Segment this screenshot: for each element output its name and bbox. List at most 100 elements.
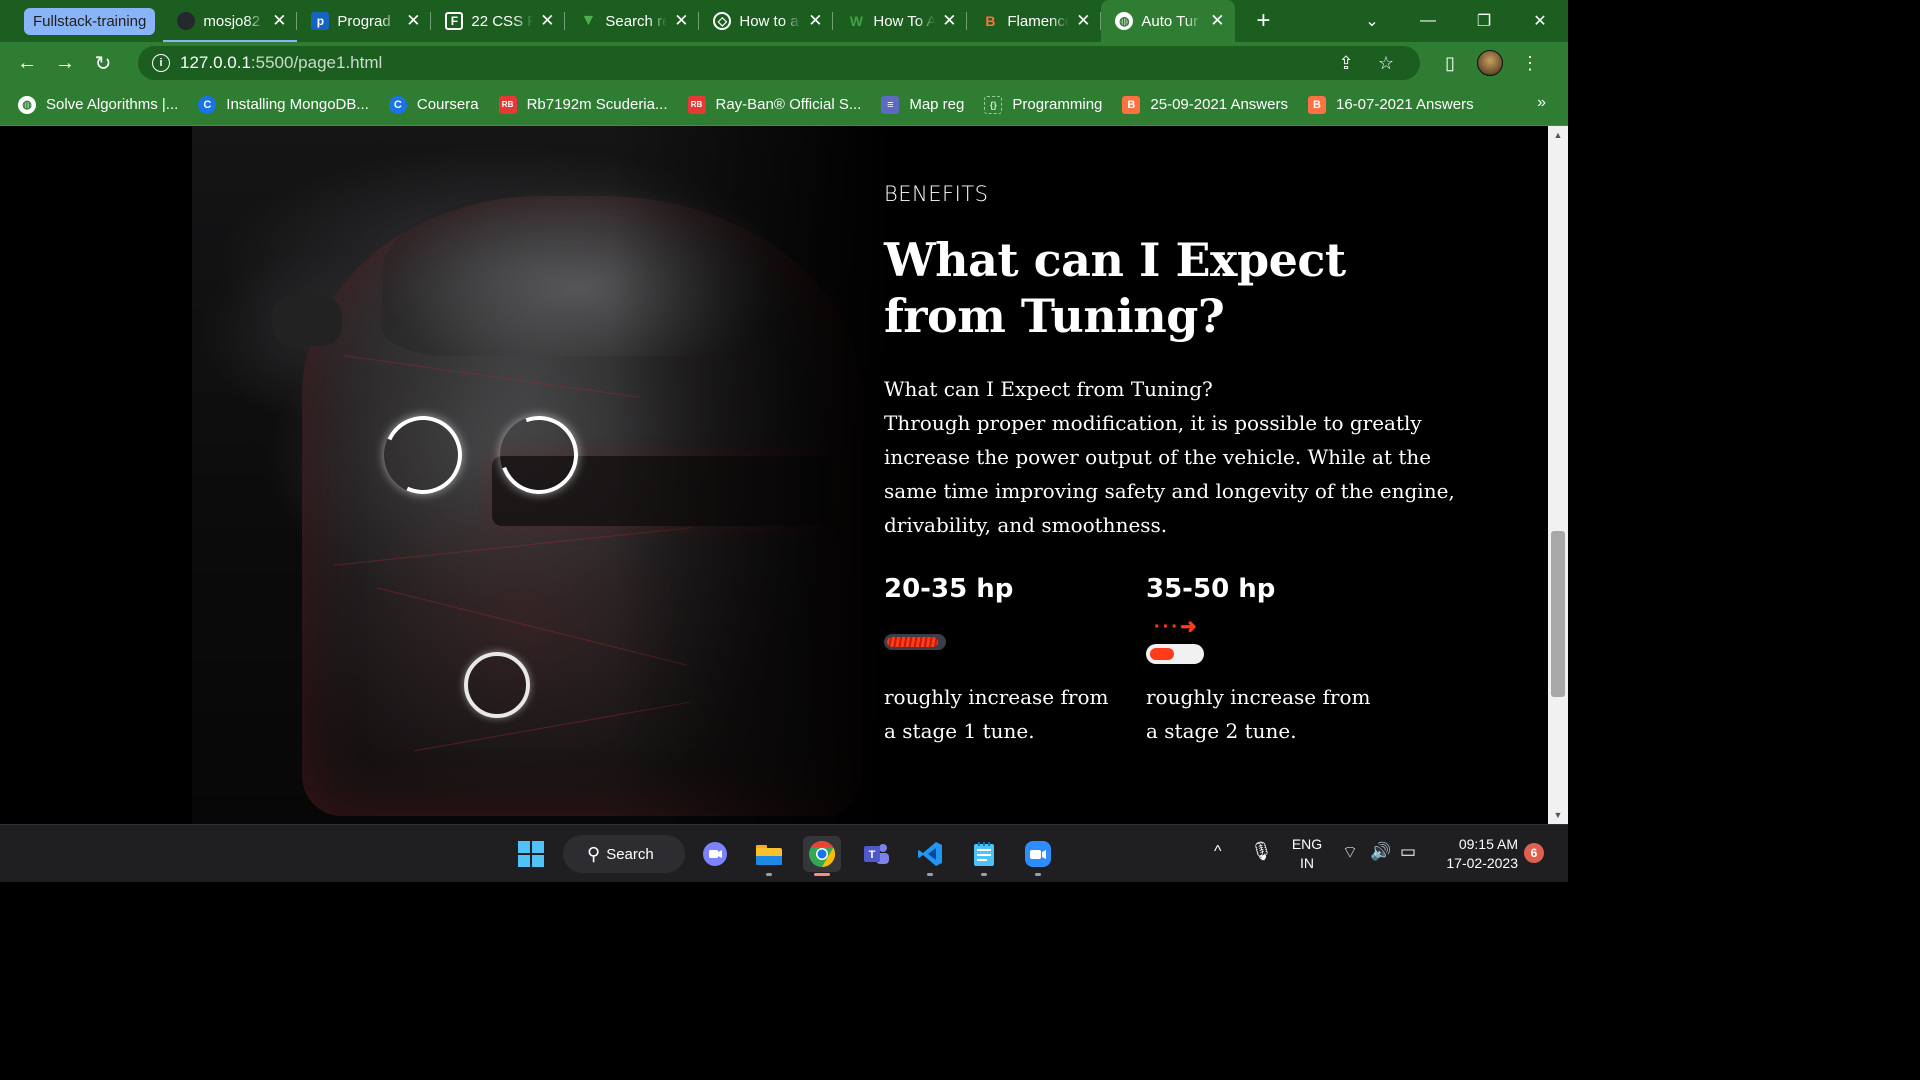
notepad-icon[interactable]: [965, 836, 1003, 876]
url-text[interactable]: 127.0.0.1:5500/page1.html: [180, 53, 1326, 73]
start-button-icon[interactable]: [512, 836, 550, 872]
zoom-icon[interactable]: [1019, 836, 1057, 876]
site-info-icon[interactable]: i: [152, 54, 170, 72]
close-tab-icon[interactable]: ✕: [405, 11, 421, 31]
back-button[interactable]: ←: [8, 52, 46, 75]
teams-icon[interactable]: T: [857, 836, 895, 872]
close-tab-icon[interactable]: ✕: [271, 11, 287, 31]
arrow-right-icon: ···➜: [1154, 616, 1199, 638]
microphone-icon[interactable]: 🎙: [1250, 841, 1273, 862]
scrollbar-thumb[interactable]: [1551, 531, 1565, 697]
tab-how-to-codepen[interactable]: ◇ How to a ✕: [699, 0, 834, 42]
window-controls: ⌄ — ❐ ✕: [1344, 0, 1568, 42]
bookmark-solve-algorithms[interactable]: ◍ Solve Algorithms |...: [18, 95, 178, 114]
forward-button[interactable]: →: [46, 52, 84, 75]
vscode-icon[interactable]: [911, 836, 949, 876]
bookmark-map-reg[interactable]: ≡ Map reg: [881, 95, 965, 114]
forms-icon: ≡: [881, 95, 900, 114]
tab-label: How To A: [873, 12, 936, 30]
blogger-icon: B: [1307, 95, 1326, 114]
file-explorer-icon[interactable]: [750, 836, 788, 876]
image-fade-overlay: [192, 126, 892, 824]
tab-label: 22 CSS P: [471, 12, 534, 30]
url-host: 127.0.0.1: [180, 53, 251, 72]
close-tab-icon[interactable]: ✕: [673, 11, 689, 31]
system-clock[interactable]: 09:15 AM 17-02-2023: [1438, 835, 1518, 873]
tab-auto-tuning[interactable]: ◍ Auto Tur ✕: [1101, 0, 1236, 42]
address-bar[interactable]: i 127.0.0.1:5500/page1.html ⇪ ☆: [138, 46, 1420, 80]
tab-label: Flamenco: [1007, 12, 1070, 30]
scroll-up-icon[interactable]: ▲: [1548, 126, 1568, 144]
page-scrollbar[interactable]: ▲ ▼: [1548, 126, 1568, 824]
tab-label: Auto Tur: [1141, 12, 1199, 30]
rayban-icon: RB: [687, 95, 706, 114]
tab-css[interactable]: F 22 CSS P ✕: [431, 0, 566, 42]
bookmark-programming[interactable]: {} Programming: [984, 95, 1103, 114]
tray-overflow-icon[interactable]: ^: [1214, 843, 1222, 861]
vuetify-icon: ▼: [580, 12, 597, 29]
tab-label: Prograd: [337, 12, 391, 30]
minimize-icon[interactable]: —: [1400, 12, 1456, 30]
bookmark-rayban[interactable]: RB Ray-Ban® Official S...: [687, 95, 862, 114]
close-window-icon[interactable]: ✕: [1512, 11, 1568, 31]
blogger-icon: B: [1122, 95, 1141, 114]
close-tab-icon[interactable]: ✕: [807, 11, 823, 31]
close-tab-icon[interactable]: ✕: [1209, 11, 1225, 31]
bookmark-label: Map reg: [909, 96, 965, 113]
language-indicator[interactable]: ENG IN: [1290, 835, 1324, 873]
kebab-menu-icon[interactable]: ⋮: [1510, 53, 1550, 74]
bookmark-label: 25-09-2021 Answers: [1150, 96, 1288, 113]
bookmark-label: Programming: [1012, 96, 1103, 113]
folder-icon: {}: [984, 95, 1003, 114]
chrome-icon[interactable]: [803, 836, 841, 876]
bookmark-label: Ray-Ban® Official S...: [715, 96, 862, 113]
tab-how-to-w[interactable]: W How To A ✕: [833, 0, 968, 42]
avatar: [1477, 50, 1503, 76]
tab-group-label[interactable]: Fullstack-training: [24, 7, 156, 35]
restore-icon[interactable]: ❐: [1456, 11, 1512, 31]
stat-value: 35-50 hp: [1146, 574, 1276, 604]
notification-badge[interactable]: 6: [1524, 843, 1544, 863]
flamenco-icon: B: [985, 13, 996, 29]
tab-flamenco[interactable]: B Flamenco ✕: [967, 0, 1102, 42]
tab-search[interactable]: ▼ Search re ✕: [565, 0, 700, 42]
battery-icon[interactable]: ▭: [1400, 842, 1416, 862]
region-code: IN: [1300, 855, 1314, 871]
bookmark-label: 16-07-2021 Answers: [1335, 96, 1474, 113]
close-tab-icon[interactable]: ✕: [539, 11, 555, 31]
running-indicator: [1035, 873, 1041, 876]
side-panel-icon[interactable]: ▯: [1430, 53, 1470, 74]
running-indicator: [766, 873, 772, 876]
wifi-icon[interactable]: ⌔: [1342, 842, 1358, 863]
reload-button[interactable]: ↻: [84, 51, 122, 76]
coursera-icon: C: [198, 95, 217, 114]
bookmark-rb7192m[interactable]: RB Rb7192m Scuderia...: [498, 95, 668, 114]
scroll-down-icon[interactable]: ▼: [1548, 806, 1568, 824]
tab-mosjo82[interactable]: mosjo82 ✕: [163, 0, 298, 42]
tab-strip: Fullstack-training mosjo82 ✕ p Prograd ✕…: [0, 0, 1568, 42]
coursera-icon: C: [388, 95, 407, 114]
meet-icon[interactable]: [696, 836, 734, 872]
volume-icon[interactable]: 🔊: [1370, 842, 1391, 862]
bookmark-coursera[interactable]: C Coursera: [388, 95, 479, 114]
bookmarks-overflow-icon[interactable]: »: [1537, 94, 1546, 112]
section-eyebrow: BENEFITS: [884, 182, 989, 206]
tab-search-icon[interactable]: ⌄: [1344, 11, 1400, 31]
profile-avatar[interactable]: [1470, 50, 1510, 76]
section-headline: What can I Expect from Tuning?: [884, 233, 1346, 343]
bookmark-star-icon[interactable]: ☆: [1366, 53, 1406, 74]
new-tab-button[interactable]: +: [1249, 7, 1277, 35]
page-viewport: BENEFITS What can I Expect from Tuning? …: [0, 126, 1548, 824]
tab-prograd[interactable]: p Prograd ✕: [297, 0, 432, 42]
running-indicator: [814, 873, 830, 876]
bookmark-installing-mongodb[interactable]: C Installing MongoDB...: [198, 95, 369, 114]
share-icon[interactable]: ⇪: [1326, 53, 1366, 74]
bookmark-answers-16-07-2021[interactable]: B 16-07-2021 Answers: [1307, 95, 1474, 114]
taskbar-search-label: Search: [606, 845, 654, 863]
close-tab-icon[interactable]: ✕: [1075, 11, 1091, 31]
close-tab-icon[interactable]: ✕: [941, 11, 957, 31]
bookmark-answers-25-09-2021[interactable]: B 25-09-2021 Answers: [1122, 95, 1288, 114]
url-path: :5500/page1.html: [250, 53, 383, 72]
taskbar-search[interactable]: ⚲ Search: [563, 835, 685, 873]
browser-toolbar: ← → ↻ i 127.0.0.1:5500/page1.html ⇪ ☆ ▯ …: [0, 42, 1568, 84]
